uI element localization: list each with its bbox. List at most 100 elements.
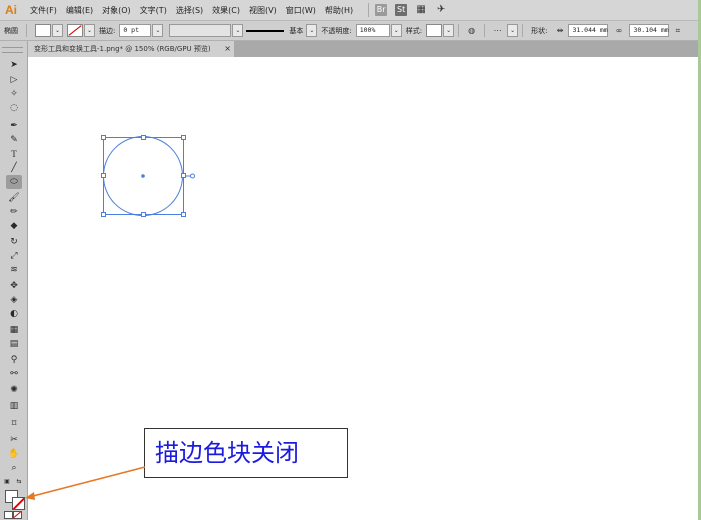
transform-panel-icon[interactable]: ⌗ bbox=[672, 25, 683, 36]
magic-wand-tool-icon[interactable]: ✧ bbox=[6, 87, 22, 101]
rotate-tool-icon[interactable]: ↻ bbox=[6, 235, 22, 249]
tools-panel: ➤ ▷ ✧ ◌ ✒ ✎ T ╱ ⬭ 🖌 ✏ ◆ ↻ ⤢ ≋ ✥ ◈ ◐ ▦ ▤ … bbox=[0, 41, 28, 520]
shape-builder-tool-icon[interactable]: ◐ bbox=[6, 307, 22, 321]
stroke-weight-field[interactable]: 0 pt bbox=[119, 24, 152, 37]
menu-window[interactable]: 窗口(W) bbox=[286, 5, 316, 16]
panel-grip[interactable] bbox=[2, 47, 23, 53]
handle-top-center bbox=[141, 135, 146, 140]
column-graph-tool-icon[interactable]: ▥ bbox=[6, 399, 22, 413]
document-tab-title: 变形工具和变换工具-1.png* @ 150% (RGB/GPU 预览) bbox=[34, 45, 211, 53]
style-label: 样式: bbox=[405, 26, 423, 35]
gpu-performance-icon[interactable]: ✈ bbox=[435, 4, 447, 16]
curvature-tool-icon[interactable]: ✎ bbox=[6, 133, 22, 147]
menu-type[interactable]: 文字(T) bbox=[140, 5, 167, 16]
swap-colors-icon[interactable]: ⇆ bbox=[15, 475, 23, 489]
menu-edit[interactable]: 编辑(E) bbox=[66, 5, 93, 16]
control-separator bbox=[26, 24, 27, 37]
center-point bbox=[141, 174, 145, 178]
menu-object[interactable]: 对象(O) bbox=[102, 5, 131, 16]
control-separator bbox=[484, 24, 486, 37]
path-type-label: 椭圆 bbox=[4, 26, 18, 35]
shape-width-field[interactable]: 31.044 mm bbox=[568, 24, 609, 37]
shape-label[interactable]: 形状: bbox=[531, 26, 547, 36]
direct-selection-tool-icon[interactable]: ▷ bbox=[6, 73, 22, 87]
handle-top-left bbox=[101, 135, 106, 140]
menu-view[interactable]: 视图(V) bbox=[249, 5, 277, 16]
stroke-label[interactable]: 描边: bbox=[99, 26, 115, 36]
variable-width-profile[interactable] bbox=[169, 24, 232, 37]
default-colors-icon[interactable]: ▣ bbox=[3, 475, 11, 489]
handle-middle-right bbox=[181, 173, 186, 178]
eraser-tool-icon[interactable]: ◆ bbox=[6, 219, 22, 233]
menu-effect[interactable]: 效果(C) bbox=[212, 5, 240, 16]
opacity-dropdown[interactable]: ⌄ bbox=[390, 24, 402, 37]
puppet-warp-tool-icon[interactable]: ✥ bbox=[6, 279, 22, 293]
pen-tool-icon[interactable]: ✒ bbox=[6, 119, 22, 133]
handle-bottom-left bbox=[101, 212, 106, 217]
handle-bottom-center bbox=[141, 212, 146, 217]
profile-dropdown[interactable]: ⌄ bbox=[232, 24, 244, 37]
document-tab-bar: 变形工具和变换工具-1.png* @ 150% (RGB/GPU 预览) × bbox=[28, 41, 698, 57]
menu-bar: Ai 文件(F) 编辑(E) 对象(O) 文字(T) 选择(S) 效果(C) 视… bbox=[0, 0, 698, 21]
hand-tool-icon[interactable]: ✋ bbox=[6, 447, 22, 461]
annotation-callout: 描边色块关闭 bbox=[144, 428, 348, 478]
scale-tool-icon[interactable]: ⤢ bbox=[6, 249, 22, 263]
selection-tool-icon[interactable]: ➤ bbox=[6, 58, 22, 72]
opacity-field[interactable]: 100% bbox=[355, 24, 390, 37]
control-separator bbox=[522, 24, 524, 37]
blend-tool-icon[interactable]: ⚯ bbox=[6, 367, 22, 381]
color-mode-icon[interactable] bbox=[4, 511, 13, 519]
line-tool-icon[interactable]: ╱ bbox=[6, 161, 22, 175]
type-tool-icon[interactable]: T bbox=[6, 147, 22, 161]
style-dropdown[interactable]: ⌄ bbox=[443, 24, 455, 37]
none-mode-icon[interactable] bbox=[13, 511, 22, 519]
illustrator-window: Ai 文件(F) 编辑(E) 对象(O) 文字(T) 选择(S) 效果(C) 视… bbox=[0, 0, 698, 520]
menu-separator bbox=[368, 3, 370, 17]
pie-widget-handle[interactable] bbox=[190, 173, 195, 179]
brush-dropdown[interactable]: ⌄ bbox=[306, 24, 318, 37]
constrain-proportions-icon[interactable]: ∞ bbox=[613, 25, 624, 36]
bridge-icon[interactable]: Br bbox=[375, 4, 388, 16]
fill-color-swatch[interactable] bbox=[35, 24, 51, 37]
menu-help[interactable]: 帮助(H) bbox=[325, 5, 353, 16]
stock-icon[interactable]: St bbox=[395, 4, 408, 16]
stroke-weight-dropdown[interactable]: ⌄ bbox=[152, 24, 164, 37]
menu-select[interactable]: 选择(S) bbox=[176, 5, 203, 16]
lasso-tool-icon[interactable]: ◌ bbox=[6, 101, 22, 115]
align-dropdown[interactable]: ⌄ bbox=[507, 24, 519, 37]
artboard-canvas[interactable] bbox=[28, 57, 698, 520]
opacity-label[interactable]: 不透明度: bbox=[321, 26, 351, 36]
perspective-grid-tool-icon[interactable]: ▦ bbox=[6, 323, 22, 337]
zoom-tool-icon[interactable]: ⌕ bbox=[6, 461, 22, 475]
fill-dropdown[interactable]: ⌄ bbox=[52, 24, 63, 37]
eyedropper-tool-icon[interactable]: ⚲ bbox=[6, 353, 22, 367]
menu-file[interactable]: 文件(F) bbox=[30, 5, 57, 16]
brush-profile-label: 基本 bbox=[289, 26, 304, 35]
graphic-style-swatch[interactable] bbox=[426, 24, 443, 37]
close-tab-icon[interactable]: × bbox=[224, 41, 231, 57]
width-icon: ⇹ bbox=[556, 26, 564, 35]
free-transform-tool-icon[interactable]: ◈ bbox=[6, 293, 22, 307]
ai-logo: Ai bbox=[5, 3, 17, 17]
gradient-tool-icon[interactable]: ▤ bbox=[6, 337, 22, 351]
control-separator bbox=[458, 24, 460, 37]
stroke-swatch-none[interactable] bbox=[12, 497, 25, 510]
document-tab[interactable]: 变形工具和变换工具-1.png* @ 150% (RGB/GPU 预览) × bbox=[28, 41, 234, 57]
brush-stroke-preview[interactable] bbox=[246, 29, 285, 32]
align-icon[interactable]: ⋯ bbox=[492, 25, 503, 36]
control-bar: 椭圆 ⌄ ⌄ 描边: 0 pt ⌄ ⌄ 基本 ⌄ 不透明度: 100% ⌄ 样式… bbox=[0, 21, 698, 41]
ellipse-tool-icon[interactable]: ⬭ bbox=[6, 175, 22, 189]
slice-tool-icon[interactable]: ✂ bbox=[6, 433, 22, 447]
artwork-layer bbox=[101, 135, 195, 217]
warp-tool-icon[interactable]: ≋ bbox=[6, 263, 22, 277]
stroke-color-swatch[interactable] bbox=[67, 24, 83, 37]
shape-height-field[interactable]: 30.104 mm bbox=[629, 24, 670, 37]
arrange-documents-icon[interactable]: ▦ bbox=[415, 4, 427, 16]
symbol-sprayer-tool-icon[interactable]: ✺ bbox=[6, 383, 22, 397]
artboard-tool-icon[interactable]: ⌑ bbox=[6, 417, 22, 431]
stroke-dropdown[interactable]: ⌄ bbox=[84, 24, 95, 37]
paintbrush-tool-icon[interactable]: 🖌 bbox=[6, 191, 22, 205]
recolor-artwork-icon[interactable]: ◍ bbox=[466, 25, 477, 36]
shaper-tool-icon[interactable]: ✏ bbox=[6, 205, 22, 219]
handle-bottom-right bbox=[181, 212, 186, 217]
